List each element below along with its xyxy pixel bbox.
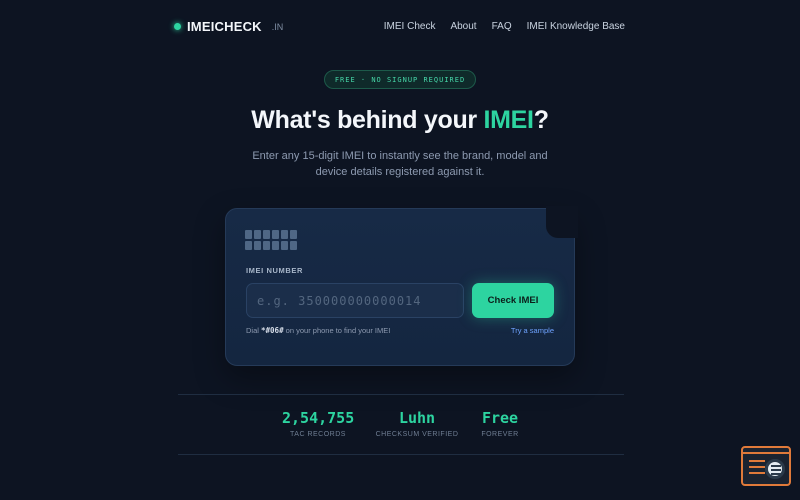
logo-text: IMEICHECK xyxy=(187,19,262,34)
page-title: What's behind your IMEI? xyxy=(0,106,800,135)
widget-lines xyxy=(749,460,765,478)
logo[interactable]: IMEICHECK .IN xyxy=(174,19,283,34)
check-imei-button[interactable]: Check IMEI xyxy=(472,283,554,318)
hero-subtitle: Enter any 15-digit IMEI to instantly see… xyxy=(252,150,548,178)
logo-tld: .IN xyxy=(271,22,284,32)
nav-links: IMEI Check About FAQ IMEI Knowledge Base xyxy=(384,21,625,32)
top-nav: IMEICHECK .IN IMEI Check About FAQ IMEI … xyxy=(0,0,800,54)
digit-grid-icon xyxy=(245,230,297,250)
stats-divider-top xyxy=(178,394,624,395)
magnifier-icon xyxy=(765,459,785,479)
headline-accent: IMEI xyxy=(483,106,535,134)
stat-label: TAC RECORDS xyxy=(290,431,346,438)
nav-link-about[interactable]: About xyxy=(450,21,476,32)
widget-title-bar xyxy=(743,448,789,454)
dial-hint: Dial *#06# on your phone to find your IM… xyxy=(246,326,390,335)
nav-link-knowledge-base[interactable]: IMEI Knowledge Base xyxy=(527,21,625,32)
terminal-search-icon[interactable] xyxy=(741,446,791,486)
nav-link-faq[interactable]: FAQ xyxy=(492,21,512,32)
card-notch xyxy=(546,206,578,238)
try-sample-link[interactable]: Try a sample xyxy=(511,326,554,335)
hint-prefix: Dial xyxy=(246,326,262,335)
nav-link-imei-check[interactable]: IMEI Check xyxy=(384,21,436,32)
stats-divider-bottom xyxy=(178,454,624,455)
stat-free: Free FOREVER xyxy=(474,409,526,438)
hint-suffix: on your phone to find your IMEI xyxy=(283,326,391,335)
stat-value: Luhn xyxy=(398,409,436,427)
headline-suffix: ? xyxy=(533,106,549,134)
hint-code: *#06# xyxy=(261,326,284,335)
stat-label: FOREVER xyxy=(481,431,519,438)
stat-tac-records: 2,54,755 TAC RECORDS xyxy=(282,409,354,438)
stat-value: 2,54,755 xyxy=(282,409,355,427)
stat-label: CHECKSUM VERIFIED xyxy=(375,431,459,438)
free-badge: FREE · NO SIGNUP REQUIRED xyxy=(324,70,476,89)
status-dot-icon xyxy=(174,23,181,30)
stat-value: Free xyxy=(481,409,519,427)
stat-checksum: Luhn CHECKSUM VERIFIED xyxy=(370,409,464,438)
imei-field-label: IMEI NUMBER xyxy=(246,266,304,275)
headline-prefix: What's behind your xyxy=(251,106,484,134)
imei-input[interactable] xyxy=(246,283,464,318)
